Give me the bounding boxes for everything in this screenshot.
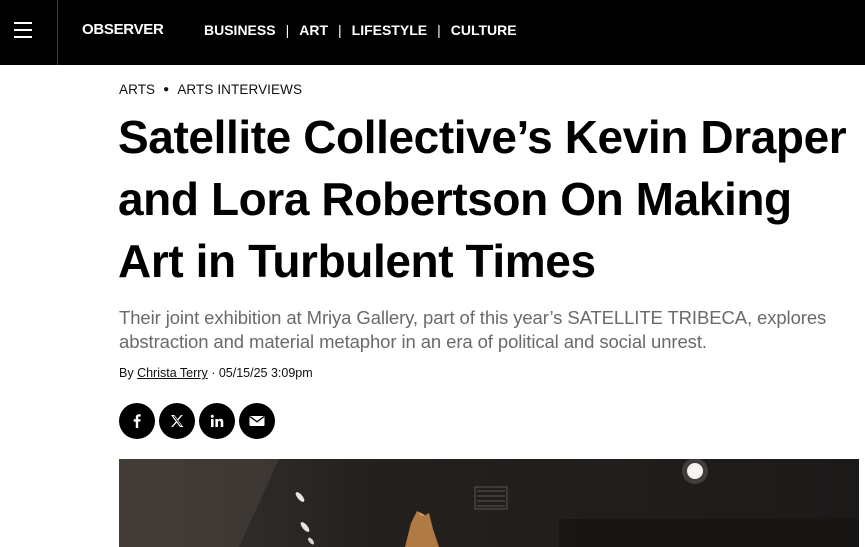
breadcrumb: ARTS ● ARTS INTERVIEWS xyxy=(119,82,302,97)
article-title: Satellite Collective’s Kevin Draper and … xyxy=(118,111,847,287)
site-logo[interactable]: OBSERVER xyxy=(82,21,164,38)
article-hero-image xyxy=(119,459,859,547)
byline-dot: · xyxy=(211,366,216,380)
nav-item-art[interactable]: ART xyxy=(299,22,328,38)
share-buttons xyxy=(119,403,275,439)
x-icon xyxy=(171,415,184,427)
gallery-photo xyxy=(119,459,859,547)
breadcrumb-category[interactable]: ARTS xyxy=(119,82,155,97)
nav-item-culture[interactable]: CULTURE xyxy=(451,22,517,38)
nav-item-lifestyle[interactable]: LIFESTYLE xyxy=(352,22,427,38)
facebook-icon xyxy=(133,414,141,428)
top-navigation-bar: OBSERVER BUSINESS | ART | LIFESTYLE | CU… xyxy=(0,0,865,65)
byline-prefix: By xyxy=(119,366,134,380)
byline: By Christa Terry · 05/15/25 3:09pm xyxy=(119,366,313,380)
email-share-button[interactable] xyxy=(239,403,275,439)
author-link[interactable]: Christa Terry xyxy=(137,366,208,380)
nav-separator: | xyxy=(437,22,441,38)
linkedin-icon xyxy=(210,414,224,427)
hamburger-menu-icon[interactable] xyxy=(0,0,58,65)
x-share-button[interactable] xyxy=(159,403,195,439)
nav-item-business[interactable]: BUSINESS xyxy=(204,22,276,38)
breadcrumb-subcategory[interactable]: ARTS INTERVIEWS xyxy=(177,82,302,97)
nav-separator: | xyxy=(338,22,342,38)
breadcrumb-dot: ● xyxy=(163,84,170,95)
article-dek: Their joint exhibition at Mriya Gallery,… xyxy=(119,307,827,352)
linkedin-share-button[interactable] xyxy=(199,403,235,439)
facebook-share-button[interactable] xyxy=(119,403,155,439)
section-nav: BUSINESS | ART | LIFESTYLE | CULTURE xyxy=(204,22,517,38)
publish-timestamp: 05/15/25 3:09pm xyxy=(218,366,313,380)
nav-separator: | xyxy=(285,22,290,38)
email-icon xyxy=(249,416,265,426)
